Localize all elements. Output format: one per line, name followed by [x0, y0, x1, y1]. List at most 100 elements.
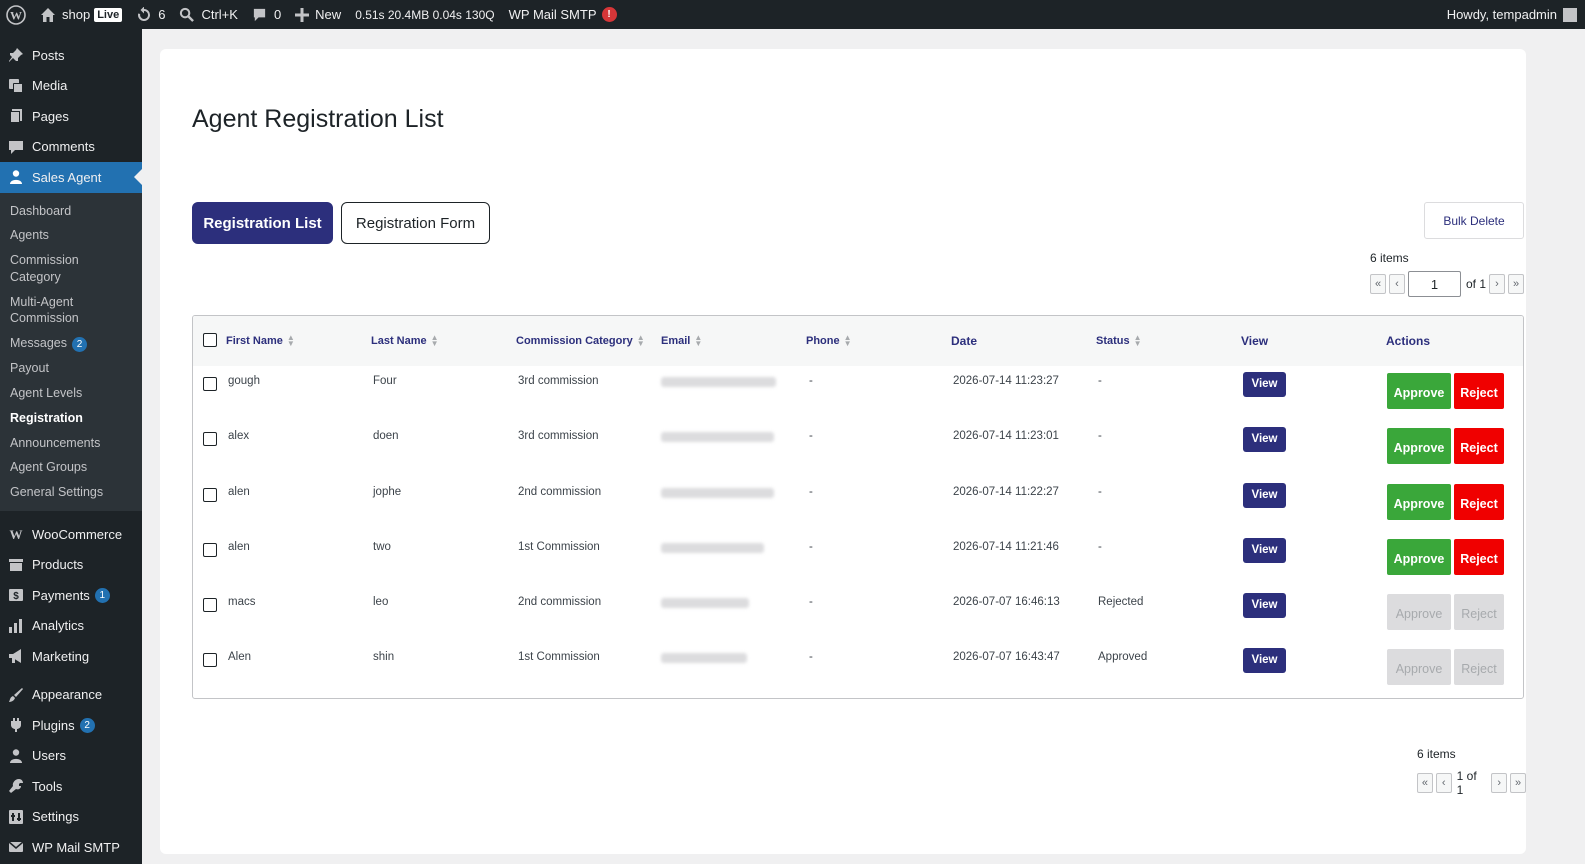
menu-appearance[interactable]: Appearance — [0, 680, 142, 711]
view-button[interactable]: View — [1243, 537, 1286, 563]
count-badge: 2 — [71, 337, 87, 353]
tab-registration-list[interactable]: Registration List — [192, 202, 333, 244]
smtp-alert-icon: ! — [601, 7, 617, 22]
submenu-item-agent-levels[interactable]: Agent Levels — [0, 381, 142, 406]
cell-first-name: alex — [228, 430, 250, 443]
menu-marketing[interactable]: Marketing — [0, 641, 142, 672]
select-all-cell — [193, 316, 226, 366]
view-button[interactable]: View — [1243, 372, 1286, 397]
menu-plugins[interactable]: Plugins 2 — [0, 710, 142, 741]
my-account-menu[interactable]: Howdy, tempadmin — [1440, 0, 1585, 29]
menu-woocommerce[interactable]: W WooCommerce — [0, 519, 142, 550]
approve-button[interactable]: Approve — [1387, 483, 1451, 520]
cell-view: View — [1241, 642, 1386, 697]
payments-icon: $ — [8, 587, 24, 603]
reject-button[interactable]: Reject — [1454, 373, 1504, 409]
bulk-delete-button[interactable]: Bulk Delete — [1424, 202, 1524, 239]
menu-payments[interactable]: $ Payments 1 — [0, 580, 142, 611]
submenu-item-payout[interactable]: Payout — [0, 356, 142, 381]
submenu-item-general-settings[interactable]: General Settings — [0, 480, 142, 505]
menu-posts[interactable]: Posts — [0, 40, 142, 71]
col-email[interactable]: Email ▲ ▼ — [661, 316, 806, 366]
current-page-input[interactable] — [1408, 271, 1461, 297]
last-page-button[interactable]: » — [1508, 274, 1525, 294]
col-status[interactable]: Status ▲ ▼ — [1096, 316, 1241, 366]
next-page-button[interactable]: › — [1489, 274, 1506, 294]
first-page-button[interactable]: « — [1370, 274, 1386, 294]
col-last-name[interactable]: Last Name ▲ ▼ — [371, 316, 516, 366]
first-page-button[interactable]: « — [1417, 773, 1433, 793]
sort-icon: ▲ ▼ — [636, 333, 645, 349]
row-checkbox[interactable] — [203, 487, 217, 502]
row-checkbox[interactable] — [203, 598, 217, 613]
row-checkbox[interactable] — [203, 542, 217, 557]
next-page-button[interactable]: › — [1491, 773, 1508, 793]
approve-button[interactable]: Approve — [1387, 594, 1451, 631]
submenu-item-multi-agent-commission[interactable]: Multi-Agent Commission — [0, 290, 142, 332]
select-all-checkbox[interactable] — [203, 332, 217, 347]
menu-pages[interactable]: Pages — [0, 101, 142, 132]
submenu-item-dashboard[interactable]: Dashboard — [0, 199, 142, 224]
cell-last-name: shin — [373, 651, 395, 664]
menu-comments[interactable]: Comments — [0, 132, 142, 163]
col-phone[interactable]: Phone ▲ ▼ — [806, 316, 951, 366]
prev-page-button[interactable]: ‹ — [1389, 274, 1405, 294]
approve-button[interactable]: Approve — [1387, 428, 1451, 465]
col-view: View — [1241, 334, 1269, 348]
view-button[interactable]: View — [1243, 482, 1286, 508]
view-button[interactable]: View — [1243, 427, 1286, 453]
count-badge: 2 — [79, 717, 95, 733]
col-commission-category[interactable]: Commission Category ▲ ▼ — [516, 316, 661, 366]
table-row: macs leo 2nd commission - 2026-07-07 16:… — [193, 587, 1523, 642]
command-palette[interactable]: Ctrl+K — [172, 0, 244, 29]
menu-users[interactable]: Users — [0, 741, 142, 772]
reject-button[interactable]: Reject — [1454, 538, 1504, 575]
menu-analytics[interactable]: Analytics — [0, 611, 142, 642]
comments-menu[interactable]: 0 — [245, 0, 288, 29]
prev-page-button[interactable]: ‹ — [1435, 773, 1452, 793]
reject-button[interactable]: Reject — [1454, 483, 1504, 520]
menu-settings[interactable]: Settings — [0, 802, 142, 833]
approve-button[interactable]: Approve — [1387, 373, 1451, 409]
cell-last-name: jophe — [373, 485, 402, 498]
view-button[interactable]: View — [1243, 648, 1286, 674]
smtp-menu[interactable]: WP Mail SMTP ! — [502, 0, 624, 29]
page-title: Agent Registration List — [192, 105, 444, 133]
new-content-menu[interactable]: New — [288, 0, 348, 29]
query-monitor[interactable]: 0.51s 20.4MB 0.04s 130Q — [348, 0, 501, 29]
submenu-item-messages[interactable]: Messages 2 — [0, 331, 142, 356]
menu-media[interactable]: Media — [0, 71, 142, 102]
last-page-button[interactable]: » — [1510, 773, 1526, 793]
submenu-item-announcements[interactable]: Announcements — [0, 431, 142, 456]
row-checkbox[interactable] — [203, 432, 217, 447]
approve-button[interactable]: Approve — [1387, 649, 1451, 686]
submenu-item-agent-groups[interactable]: Agent Groups — [0, 455, 142, 480]
updates-menu[interactable]: 6 — [129, 0, 172, 29]
submenu-item-agents[interactable]: Agents — [0, 223, 142, 248]
cell-first-name: Alen — [228, 651, 252, 664]
reject-button[interactable]: Reject — [1454, 649, 1504, 686]
email-redacted — [661, 377, 776, 387]
email-redacted — [661, 542, 764, 553]
site-name-menu[interactable]: shop Live — [33, 0, 129, 29]
menu-tools[interactable]: Tools — [0, 771, 142, 802]
menu-wp-mail-smtp[interactable]: WP Mail SMTP — [0, 832, 142, 863]
menu-products[interactable]: Products — [0, 550, 142, 581]
tab-registration-form[interactable]: Registration Form — [341, 202, 490, 244]
row-checkbox[interactable] — [203, 653, 217, 668]
cell-date: 2026-07-14 11:22:27 — [953, 485, 1059, 498]
menu-sales-agent[interactable]: Sales Agent — [0, 162, 142, 193]
reject-button[interactable]: Reject — [1454, 428, 1504, 465]
col-first-name[interactable]: First Name ▲ ▼ — [226, 316, 371, 366]
row-select-cell — [193, 477, 226, 532]
menu-label: Comments — [32, 139, 95, 155]
reject-button[interactable]: Reject — [1454, 594, 1504, 631]
table-row: alex doen 3rd commission - 2026-07-14 11… — [193, 421, 1523, 476]
sort-icon: ▲ ▼ — [843, 333, 852, 349]
wp-logo-menu[interactable]: W — [0, 0, 33, 29]
submenu-item-commission-category[interactable]: Commission Category — [0, 248, 142, 290]
approve-button[interactable]: Approve — [1387, 538, 1451, 575]
submenu-item-registration[interactable]: Registration — [0, 406, 142, 431]
row-checkbox[interactable] — [203, 377, 217, 391]
view-button[interactable]: View — [1243, 593, 1286, 619]
